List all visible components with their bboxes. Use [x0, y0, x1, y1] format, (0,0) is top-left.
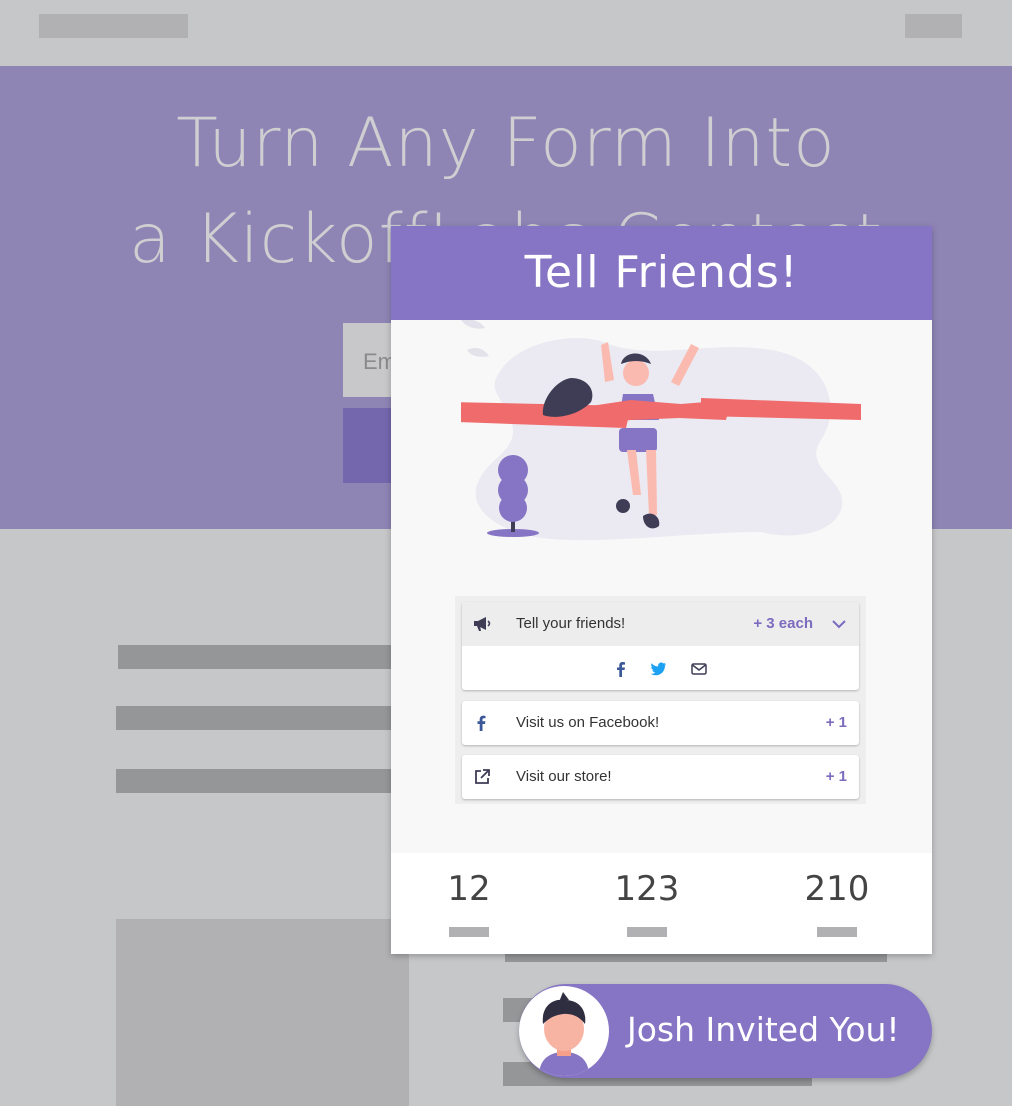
twitter-icon[interactable]	[649, 660, 667, 678]
action-label: Visit us on Facebook!	[516, 714, 660, 731]
action-header[interactable]: Visit our store! + 1	[462, 755, 859, 799]
action-tell-friends[interactable]: Tell your friends! + 3 each	[462, 602, 859, 690]
action-header[interactable]: Tell your friends! + 3 each	[462, 602, 859, 646]
action-label: Tell your friends!	[516, 615, 626, 632]
facebook-icon[interactable]	[612, 660, 630, 678]
share-buttons	[462, 646, 859, 690]
action-points: + 3 each	[753, 615, 813, 632]
text-placeholder	[116, 706, 408, 730]
invite-banner[interactable]: Josh Invited You!	[519, 984, 932, 1078]
stat-item: 12	[409, 869, 529, 937]
hero-title-line-1: Turn Any Form Into	[176, 104, 836, 183]
action-visit-facebook[interactable]: Visit us on Facebook! + 1	[462, 701, 859, 745]
stat-item: 123	[587, 869, 707, 937]
stat-label-placeholder	[627, 927, 667, 937]
text-placeholder	[118, 645, 408, 669]
action-visit-store[interactable]: Visit our store! + 1	[462, 755, 859, 799]
text-placeholder	[116, 769, 408, 793]
email-icon[interactable]	[690, 660, 708, 678]
person-icon	[539, 992, 589, 1076]
facebook-icon	[477, 715, 486, 731]
stat-label-placeholder	[817, 927, 857, 937]
action-label: Visit our store!	[516, 768, 612, 785]
stat-value: 12	[447, 869, 491, 909]
external-link-icon	[475, 769, 490, 784]
avatar	[519, 986, 609, 1076]
stat-label-placeholder	[449, 927, 489, 937]
stat-value: 123	[614, 869, 680, 909]
finish-line-illustration	[461, 320, 861, 541]
logo-placeholder	[39, 14, 188, 38]
action-points: + 1	[825, 768, 847, 785]
top-navigation-bar	[0, 0, 1012, 66]
stats-bar: 12 123 210	[391, 853, 932, 954]
nav-button-placeholder[interactable]	[905, 14, 962, 38]
image-placeholder	[116, 919, 409, 1106]
action-header[interactable]: Visit us on Facebook! + 1	[462, 701, 859, 745]
invite-message: Josh Invited You!	[627, 1010, 900, 1049]
tell-friends-modal: Tell Friends! Tell your friends! + 3 eac…	[391, 226, 932, 954]
stat-value: 210	[804, 869, 870, 909]
action-points: + 1	[825, 714, 847, 731]
stat-item: 210	[777, 869, 897, 937]
chevron-down-icon[interactable]	[829, 614, 849, 634]
megaphone-icon	[474, 617, 491, 631]
action-list: Tell your friends! + 3 each Visit us on …	[455, 596, 866, 804]
modal-title: Tell Friends!	[391, 226, 932, 320]
